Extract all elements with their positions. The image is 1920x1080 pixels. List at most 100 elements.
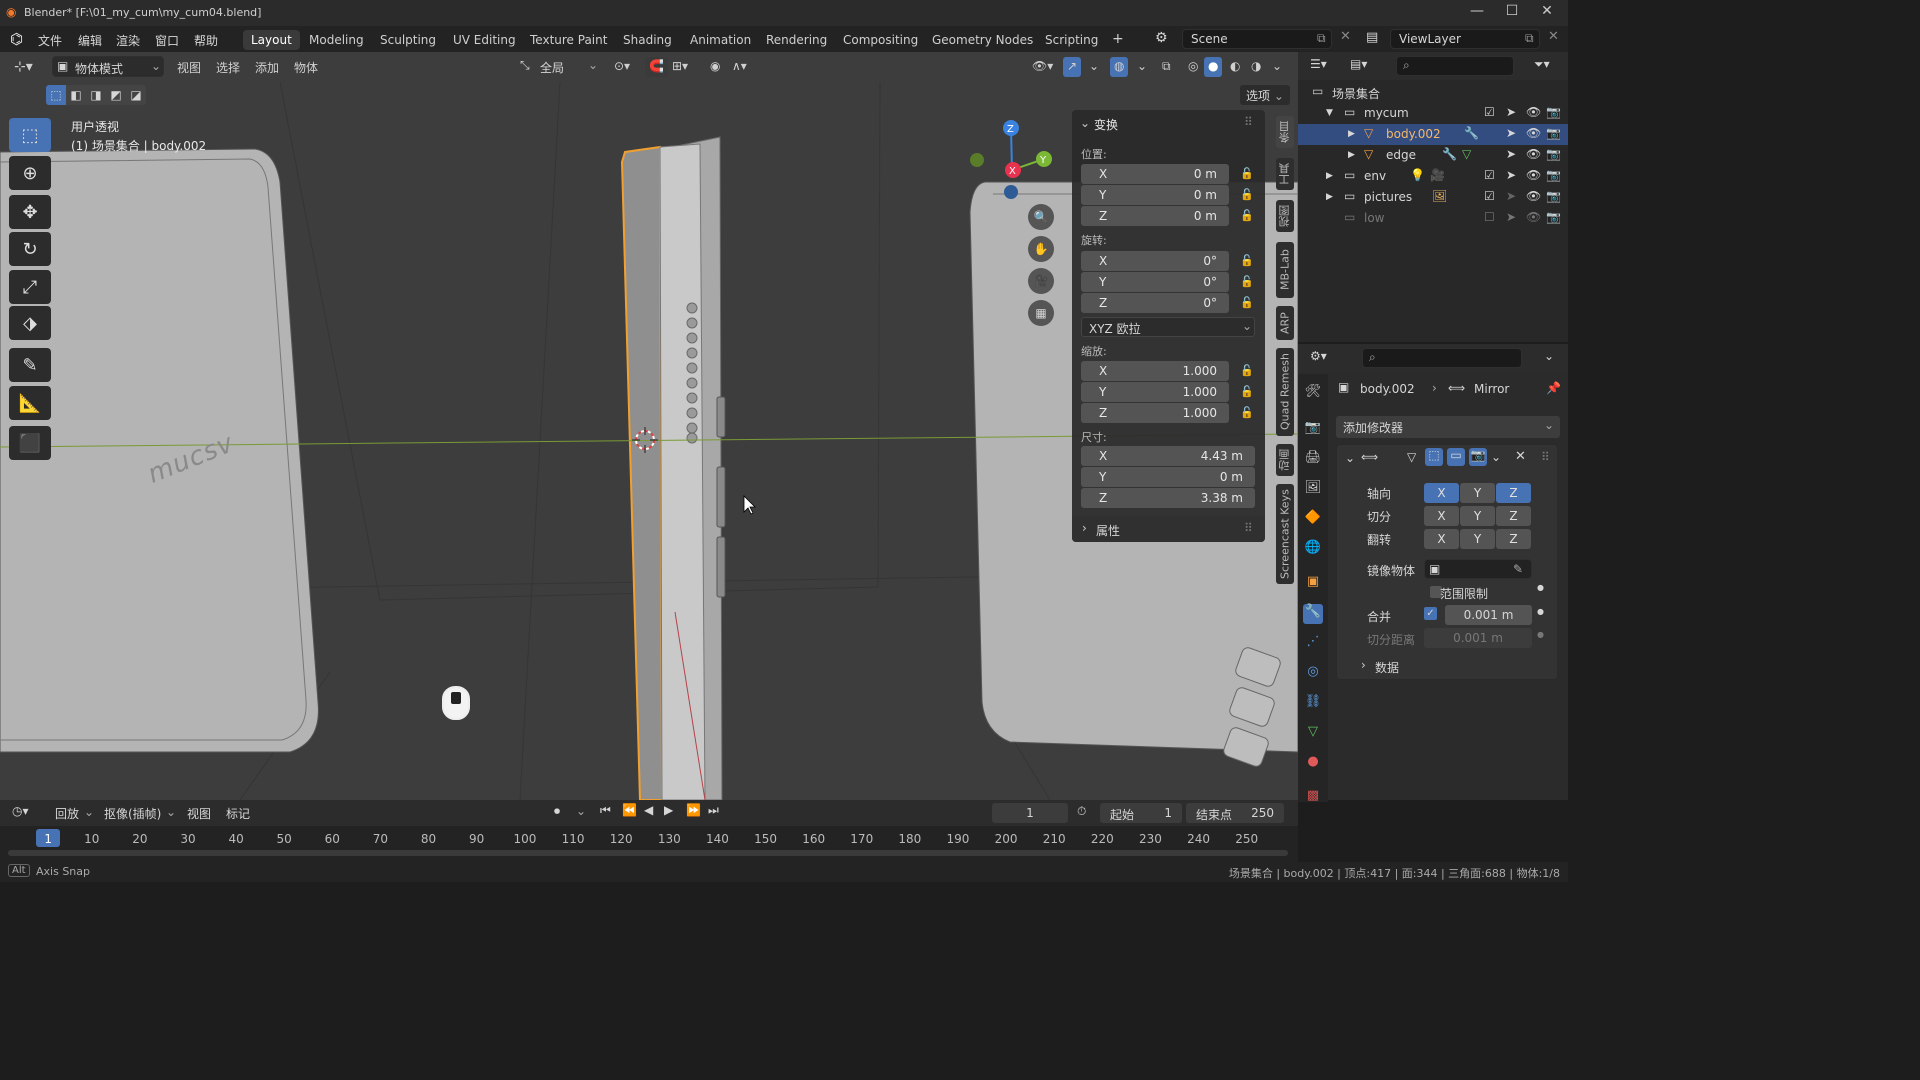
output-tab-icon[interactable]: 🖨 — [1303, 450, 1323, 470]
rotation-z-field[interactable]: Z 0° — [1081, 293, 1229, 313]
eye-icon[interactable]: 👁 — [1526, 168, 1541, 182]
tab-compositing[interactable]: Compositing — [835, 30, 926, 50]
bisect-z-toggle[interactable]: Z — [1496, 506, 1531, 526]
outliner-row-body002[interactable]: ▶ ▽ body.002 🔧 ➤ 👁 📷 — [1298, 124, 1568, 145]
flip-z-toggle[interactable]: Z — [1496, 529, 1531, 549]
options-dropdown[interactable]: 选项 ⌄ — [1240, 85, 1290, 105]
add-cube-tool[interactable]: ⬛ — [9, 426, 51, 460]
eye-icon[interactable]: 👁 — [1526, 126, 1541, 140]
tab-tool[interactable]: 工具 — [1276, 158, 1294, 190]
expand-chevron-icon[interactable]: › — [1361, 658, 1366, 672]
transform-tool[interactable]: ⬗ — [9, 306, 51, 340]
render-camera-icon[interactable]: 📷 — [1546, 168, 1561, 182]
expand-chevron-icon[interactable]: ▶ — [1326, 171, 1333, 181]
material-shading-icon[interactable]: ◐ — [1226, 57, 1244, 77]
world-tab-icon[interactable]: 🌐 — [1303, 540, 1323, 560]
selectable-arrow-icon[interactable]: ➤ — [1506, 105, 1516, 119]
jump-start-icon[interactable]: ⏮ — [600, 803, 611, 818]
end-frame-field[interactable]: 结束点 250 — [1186, 803, 1284, 823]
viewport-toggle-icon[interactable]: ▭ — [1447, 448, 1465, 466]
eye-icon[interactable]: 👁 — [1526, 105, 1541, 119]
merge-distance-field[interactable]: 0.001 m — [1445, 605, 1532, 625]
selectable-arrow-icon[interactable]: ➤ — [1506, 189, 1516, 203]
tab-uv-editing[interactable]: UV Editing — [445, 30, 524, 50]
outliner-row-mycum[interactable]: ▼ ▭ mycum ☑ ➤ 👁 📷 — [1298, 103, 1568, 124]
camera-icon[interactable]: 🎥 — [1028, 268, 1054, 294]
jump-end-icon[interactable]: ⏭ — [708, 803, 719, 818]
location-y-field[interactable]: Y 0 m — [1081, 185, 1229, 205]
select-subtract-icon[interactable]: ◨ — [86, 85, 106, 105]
drag-handle-icon[interactable]: ⠿ — [1541, 450, 1550, 464]
tab-mb-lab[interactable]: MB-Lab — [1276, 242, 1294, 298]
context-object-name[interactable]: body.002 — [1360, 382, 1415, 396]
lock-icon[interactable]: 🔓 — [1240, 188, 1254, 201]
pivot-point-icon[interactable]: ⊙▾ — [610, 57, 634, 77]
next-keyframe-icon[interactable]: ⏩ — [686, 803, 701, 817]
render-camera-icon[interactable]: 📷 — [1546, 126, 1561, 140]
lock-icon[interactable]: 🔓 — [1240, 209, 1254, 222]
view-layer-selector[interactable]: ViewLayer ⧉ — [1390, 29, 1540, 49]
render-camera-icon[interactable]: 📷 — [1546, 189, 1561, 203]
menu-object[interactable]: 物体 — [290, 57, 322, 77]
navigation-gizmo[interactable]: Z Y X — [962, 116, 1062, 206]
wrench-modifier-icon[interactable]: 🔧 — [1442, 147, 1457, 161]
select-intersect-icon[interactable]: ◪ — [126, 85, 146, 105]
lock-icon[interactable]: 🔓 — [1240, 364, 1254, 377]
context-modifier-name[interactable]: Mirror — [1474, 382, 1509, 396]
keyframe-dot-icon[interactable]: ● — [1537, 607, 1544, 616]
eyedropper-icon[interactable]: ✎ — [1513, 562, 1523, 576]
tab-texture-paint[interactable]: Texture Paint — [522, 30, 615, 50]
scene-tab-icon[interactable]: 🔶 — [1303, 510, 1323, 530]
menu-render[interactable]: 渲染 — [116, 32, 140, 49]
checkbox-icon[interactable]: ☑ — [1484, 168, 1495, 182]
render-camera-icon[interactable]: 📷 — [1546, 210, 1561, 224]
checkbox-empty-icon[interactable]: ☐ — [1484, 210, 1495, 224]
eye-icon[interactable]: 👁 — [1526, 210, 1541, 224]
image-icon[interactable]: 🖼 — [1432, 189, 1447, 203]
merge-checkbox[interactable]: ✓ — [1424, 607, 1437, 620]
scale-tool[interactable]: ⤢ — [9, 270, 51, 304]
overlays-toggle-icon[interactable]: ◍ — [1110, 57, 1129, 77]
tab-layout[interactable]: Layout — [243, 30, 300, 50]
outliner-row-pictures[interactable]: ▶ ▭ pictures 🖼 ☑ ➤ 👁 📷 — [1298, 187, 1568, 208]
current-frame-field[interactable]: 1 — [992, 803, 1068, 823]
select-invert-icon[interactable]: ◩ — [106, 85, 126, 105]
dimension-y-field[interactable]: Y 0 m — [1081, 467, 1255, 487]
rotation-x-field[interactable]: X 0° — [1081, 251, 1229, 271]
scale-z-field[interactable]: Z 1.000 — [1081, 403, 1229, 423]
view-layer-icon[interactable]: ▤ — [1366, 30, 1378, 45]
flip-x-toggle[interactable]: X — [1424, 529, 1459, 549]
lock-icon[interactable]: 🔓 — [1240, 254, 1254, 267]
tab-item[interactable]: 条目 — [1276, 116, 1294, 148]
menu-add[interactable]: 添加 — [251, 57, 283, 77]
chevron-down-icon[interactable]: ⌄ — [576, 804, 586, 818]
maximize-button[interactable]: ☐ — [1495, 3, 1529, 19]
falloff-icon[interactable]: ∧▾ — [728, 57, 751, 77]
mesh-data-icon[interactable]: ▽ — [1462, 147, 1471, 161]
select-new-icon[interactable]: ⬚ — [46, 85, 66, 105]
menu-marker[interactable]: 标记 — [226, 805, 250, 822]
select-box-tool[interactable]: ⬚ — [9, 118, 51, 152]
transform-section-title[interactable]: 变换 — [1094, 116, 1118, 133]
properties-subpanel-header[interactable]: › 属性 ⠿ — [1072, 516, 1265, 542]
data-subpanel-label[interactable]: 数据 — [1375, 659, 1399, 676]
tab-shading[interactable]: Shading — [615, 30, 680, 50]
menu-window[interactable]: 窗口 — [155, 32, 179, 49]
selectable-arrow-icon[interactable]: ➤ — [1506, 147, 1516, 161]
bisect-distance-field[interactable]: 0.001 m — [1424, 628, 1532, 648]
add-modifier-dropdown[interactable]: 添加修改器 ⌄ — [1336, 416, 1560, 438]
remove-modifier-icon[interactable]: ✕ — [1515, 449, 1526, 464]
tab-screencast-keys[interactable]: Screencast Keys — [1276, 484, 1294, 584]
editor-type-icon[interactable]: ⊹▾ — [10, 57, 37, 77]
modifier-tab-icon[interactable]: 🔧 — [1303, 604, 1323, 624]
lock-icon[interactable]: 🔓 — [1240, 406, 1254, 419]
scale-x-field[interactable]: X 1.000 — [1081, 361, 1229, 381]
lock-icon[interactable]: 🔓 — [1240, 167, 1254, 180]
tab-animation[interactable]: 动画 — [1276, 444, 1294, 476]
chevron-down-icon[interactable]: ⌄ — [1544, 349, 1554, 363]
menu-edit[interactable]: 编辑 — [78, 32, 102, 49]
expand-chevron-icon[interactable]: ▶ — [1348, 129, 1355, 139]
add-workspace-button[interactable]: + — [1104, 28, 1132, 48]
properties-search-input[interactable]: ⌕ — [1362, 348, 1522, 368]
data-tab-icon[interactable]: ▽ — [1303, 724, 1323, 744]
